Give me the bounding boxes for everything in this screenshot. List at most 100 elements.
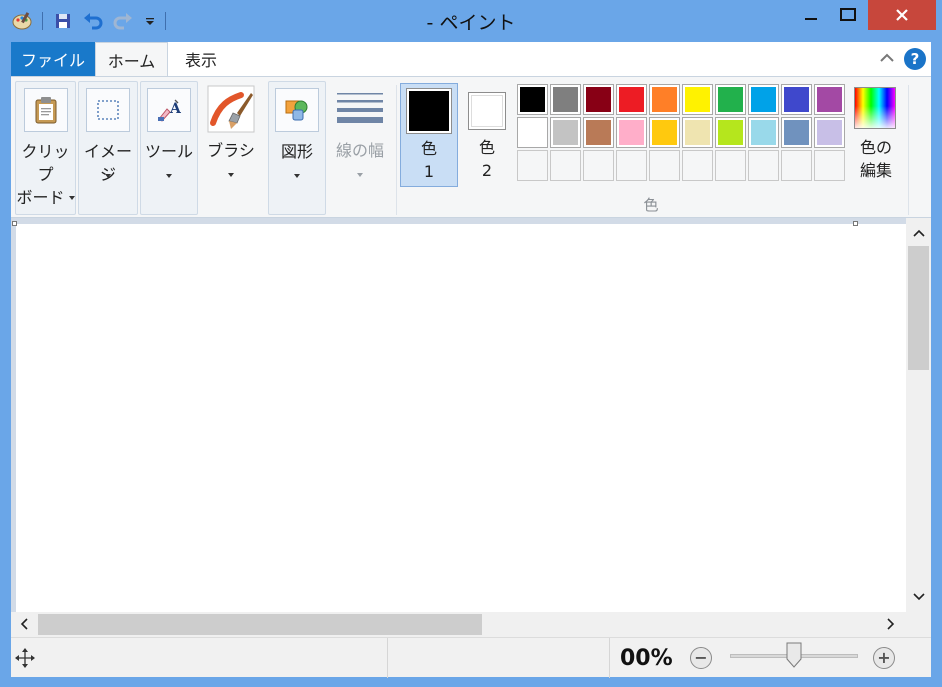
close-button[interactable] <box>868 0 936 30</box>
move-cursor-icon <box>14 647 36 673</box>
chevron-right-icon <box>887 618 895 630</box>
palette-color-fill <box>718 87 743 112</box>
maximize-icon <box>840 8 856 21</box>
minimize-icon <box>805 18 817 20</box>
edit-colors-label-line2: 編集 <box>859 161 892 180</box>
palette-color-fill <box>685 87 710 112</box>
edit-colors-label-line1: 色の <box>859 138 892 157</box>
drawing-canvas[interactable] <box>16 224 906 612</box>
horizontal-scroll-thumb[interactable] <box>38 614 482 635</box>
colors-group-title: 色 <box>643 196 659 214</box>
shapes-icon <box>275 88 319 132</box>
palette-color-swatch[interactable] <box>649 117 680 148</box>
palette-color-swatch[interactable] <box>583 117 614 148</box>
vertical-scroll-thumb[interactable] <box>908 246 929 370</box>
scroll-left-button[interactable] <box>14 614 34 634</box>
ribbon-tab-bar: ファイル ホーム 表示 ? <box>11 42 931 77</box>
shapes-button[interactable]: 図形 <box>268 81 326 215</box>
color2-label-line2: 2 <box>481 161 493 180</box>
color-spectrum-icon <box>854 87 896 129</box>
palette-custom-color-slot[interactable] <box>649 150 680 181</box>
palette-color-fill <box>784 87 809 112</box>
canvas-resize-handle[interactable] <box>853 221 858 226</box>
palette-color-swatch[interactable] <box>583 84 614 115</box>
collapse-ribbon-button[interactable] <box>877 48 897 68</box>
zoom-slider-thumb[interactable] <box>786 642 802 668</box>
image-label: イメージ <box>83 142 132 184</box>
vertical-scrollbar[interactable] <box>906 218 931 612</box>
palette-color-swatch[interactable] <box>517 84 548 115</box>
palette-color-swatch[interactable] <box>649 84 680 115</box>
palette-color-fill <box>751 120 776 145</box>
palette-color-fill <box>553 120 578 145</box>
svg-text:A: A <box>169 101 182 117</box>
palette-custom-color-slot[interactable] <box>616 150 647 181</box>
palette-custom-color-slot[interactable] <box>550 150 581 181</box>
paint-window: - ペイント ファイル ホーム 表示 ? クリップ ボード イメージ A ツール… <box>0 0 942 687</box>
palette-color-fill <box>619 87 644 112</box>
palette-color-fill <box>520 87 545 112</box>
zoom-out-button[interactable]: − <box>690 647 712 669</box>
palette-color-swatch[interactable] <box>682 117 713 148</box>
palette-color-fill <box>652 87 677 112</box>
select-icon <box>86 88 130 132</box>
color2-swatch <box>471 95 503 127</box>
color1-swatch <box>409 91 449 131</box>
zoom-in-button[interactable]: + <box>873 647 895 669</box>
help-button[interactable]: ? <box>904 48 926 70</box>
palette-color-fill <box>520 120 545 145</box>
palette-color-swatch[interactable] <box>616 117 647 148</box>
color1-button[interactable]: 色 1 <box>400 83 458 187</box>
tab-view[interactable]: 表示 <box>168 42 234 76</box>
palette-color-swatch[interactable] <box>814 84 845 115</box>
palette-custom-color-slot[interactable] <box>748 150 779 181</box>
palette-color-swatch[interactable] <box>550 117 581 148</box>
palette-color-swatch[interactable] <box>814 117 845 148</box>
palette-color-swatch[interactable] <box>748 117 779 148</box>
chevron-up-icon <box>880 53 894 62</box>
ribbon-home: クリップ ボード イメージ A ツール ブラシ 図形 線の幅 色 1 色 2 色… <box>11 76 931 218</box>
brushes-button[interactable]: ブラシ <box>201 81 261 215</box>
palette-custom-color-slot[interactable] <box>583 150 614 181</box>
chevron-up-icon <box>913 229 925 237</box>
palette-color-swatch[interactable] <box>748 84 779 115</box>
tools-button[interactable]: A ツール <box>140 81 198 215</box>
maximize-button[interactable] <box>830 0 866 30</box>
palette-color-swatch[interactable] <box>781 117 812 148</box>
palette-custom-color-slot[interactable] <box>814 150 845 181</box>
palette-custom-color-slot[interactable] <box>781 150 812 181</box>
tab-home[interactable]: ホーム <box>95 42 168 77</box>
canvas-workspace <box>11 218 906 612</box>
palette-color-swatch[interactable] <box>715 84 746 115</box>
color2-button[interactable]: 色 2 <box>458 83 516 187</box>
close-icon <box>896 9 908 21</box>
chevron-down-icon <box>105 174 111 178</box>
scroll-up-button[interactable] <box>909 223 929 243</box>
canvas-resize-handle[interactable] <box>12 221 17 226</box>
palette-custom-color-slot[interactable] <box>715 150 746 181</box>
palette-color-swatch[interactable] <box>715 117 746 148</box>
palette-color-fill <box>685 120 710 145</box>
color1-label-line1: 色 <box>420 139 437 158</box>
clipboard-button[interactable]: クリップ ボード <box>15 81 76 215</box>
palette-color-swatch[interactable] <box>550 84 581 115</box>
palette-color-swatch[interactable] <box>517 117 548 148</box>
chevron-down-icon <box>294 174 300 178</box>
palette-custom-color-slot[interactable] <box>517 150 548 181</box>
palette-color-swatch[interactable] <box>781 84 812 115</box>
palette-color-swatch[interactable] <box>682 84 713 115</box>
line-width-button[interactable]: 線の幅 <box>329 81 391 215</box>
chevron-left-icon <box>20 618 28 630</box>
minimize-button[interactable] <box>793 0 829 30</box>
palette-color-swatch[interactable] <box>616 84 647 115</box>
horizontal-scrollbar[interactable] <box>11 612 906 637</box>
palette-color-fill <box>619 120 644 145</box>
palette-custom-color-slot[interactable] <box>682 150 713 181</box>
chevron-down-icon <box>166 174 172 178</box>
edit-colors-button[interactable]: 色の 編集 <box>849 83 903 187</box>
status-separator <box>387 638 388 678</box>
scroll-down-button[interactable] <box>909 587 929 607</box>
tab-file[interactable]: ファイル <box>11 42 95 76</box>
scroll-right-button[interactable] <box>881 614 901 634</box>
image-button[interactable]: イメージ <box>78 81 138 215</box>
